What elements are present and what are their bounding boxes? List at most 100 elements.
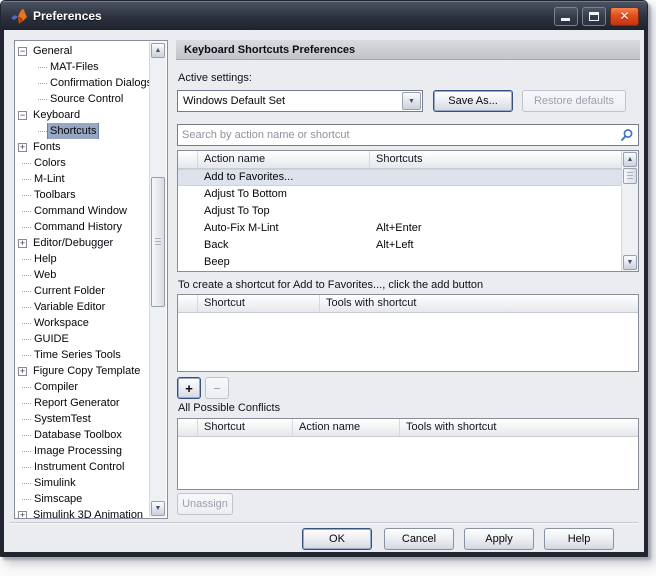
title-bar[interactable]: Preferences ✕	[1, 1, 647, 30]
tree-item-variable-editor[interactable]: Variable Editor	[15, 299, 167, 315]
header-cell-shortcut[interactable]: Shortcut	[198, 295, 320, 312]
shortcut-cell	[370, 203, 621, 220]
unassign-button[interactable]: Unassign	[177, 493, 233, 515]
scrollbar-thumb[interactable]	[623, 168, 637, 184]
tree-item-editor-debugger[interactable]: + Editor/Debugger	[15, 235, 167, 251]
tree-connector	[22, 355, 31, 356]
tree-item-command-window[interactable]: Command Window	[15, 203, 167, 219]
tree-item-colors[interactable]: Colors	[15, 155, 167, 171]
tree-connector	[38, 67, 47, 68]
tree-item-keyboard[interactable]: −Keyboard	[15, 107, 167, 123]
table-row[interactable]: Adjust To Top	[178, 203, 621, 220]
preferences-tree: −General MAT-Files Confirmation Dialogs …	[14, 40, 168, 519]
minimize-button[interactable]	[554, 7, 578, 26]
tree-item-simulink[interactable]: Simulink	[15, 475, 167, 491]
tree-item-toolbars[interactable]: Toolbars	[15, 187, 167, 203]
header-cell-blank	[178, 151, 198, 168]
ok-button[interactable]: OK	[302, 528, 372, 550]
action-name-cell: Adjust To Top	[198, 203, 370, 220]
tree-item-workspace[interactable]: Workspace	[15, 315, 167, 331]
table-row[interactable]: Adjust To Bottom	[178, 186, 621, 203]
header-cell-shortcut[interactable]: Shortcut	[198, 419, 293, 436]
search-input[interactable]	[182, 127, 610, 143]
tree-item-label: SystemTest	[32, 411, 93, 427]
expand-icon[interactable]: +	[18, 511, 27, 520]
tree-item-label: Image Processing	[32, 443, 124, 459]
add-shortcut-button[interactable]: +	[177, 377, 201, 399]
maximize-button[interactable]	[582, 7, 606, 26]
tree-item-systemtest[interactable]: SystemTest	[15, 411, 167, 427]
tree-item-fonts[interactable]: +Fonts	[15, 139, 167, 155]
expand-icon[interactable]: +	[18, 143, 27, 152]
save-as-button[interactable]: Save As...	[433, 90, 513, 112]
header-cell-tools[interactable]: Tools with shortcut	[320, 295, 638, 312]
header-cell-tools[interactable]: Tools with shortcut	[400, 419, 638, 436]
close-button[interactable]: ✕	[610, 7, 639, 26]
header-cell-action-name[interactable]: Action name	[198, 151, 370, 168]
active-settings-select[interactable]: Windows Default Set ▼	[177, 90, 423, 112]
header-cell-action-name[interactable]: Action name	[293, 419, 400, 436]
tree-item-compiler[interactable]: Compiler	[15, 379, 167, 395]
tree-connector	[38, 99, 47, 100]
collapse-icon[interactable]: −	[18, 47, 27, 56]
tree-item-guide[interactable]: GUIDE	[15, 331, 167, 347]
create-shortcut-caption: To create a shortcut for Add to Favorite…	[178, 279, 483, 291]
header-cell-blank	[178, 295, 198, 312]
tree-item-confirmation-dialogs[interactable]: Confirmation Dialogs	[15, 75, 167, 91]
tree-item-label: Editor/Debugger	[31, 235, 115, 251]
window-controls: ✕	[554, 7, 639, 26]
tree-item-help[interactable]: Help	[15, 251, 167, 267]
help-button[interactable]: Help	[544, 528, 614, 550]
tree-item-label: Confirmation Dialogs	[48, 75, 154, 91]
preferences-dialog: Preferences ✕ −General MAT-Files Confirm…	[0, 0, 648, 557]
tree-item-label: Time Series Tools	[32, 347, 123, 363]
tree-item-image-processing[interactable]: Image Processing	[15, 443, 167, 459]
tree-item-web[interactable]: Web	[15, 267, 167, 283]
cancel-button[interactable]: Cancel	[384, 528, 454, 550]
tree-item-simulink-3d-animation[interactable]: +Simulink 3D Animation	[15, 507, 167, 519]
tree-item-mat-files[interactable]: MAT-Files	[15, 59, 167, 75]
action-name-cell: Beep	[198, 254, 370, 271]
matlab-logo-icon	[10, 8, 28, 26]
scroll-down-button[interactable]: ▼	[151, 501, 165, 516]
collapse-icon[interactable]: −	[18, 111, 27, 120]
scroll-up-button[interactable]: ▲	[623, 152, 637, 167]
tree-scrollbar[interactable]: ▲ ▼	[149, 42, 166, 517]
panel-title: Keyboard Shortcuts Preferences	[176, 40, 640, 60]
tree-item-database-toolbox[interactable]: Database Toolbox	[15, 427, 167, 443]
conflicts-label: All Possible Conflicts	[178, 402, 280, 414]
tree-item-source-control[interactable]: Source Control	[15, 91, 167, 107]
tree-item-simscape[interactable]: Simscape	[15, 491, 167, 507]
tree-item-m-lint[interactable]: M-Lint	[15, 171, 167, 187]
scroll-up-button[interactable]: ▲	[151, 43, 165, 58]
tree-item-command-history[interactable]: Command History	[15, 219, 167, 235]
scrollbar-thumb[interactable]	[151, 177, 165, 307]
restore-defaults-button[interactable]: Restore defaults	[522, 90, 626, 112]
table-row[interactable]: Add to Favorites...	[178, 169, 621, 186]
tree-connector	[22, 483, 31, 484]
tree-item-time-series-tools[interactable]: Time Series Tools	[15, 347, 167, 363]
tree-item-label: General	[31, 43, 74, 59]
shortcuts-table-scrollbar[interactable]: ▲ ▼	[621, 151, 638, 271]
apply-button[interactable]: Apply	[464, 528, 534, 550]
combo-dropdown-button[interactable]: ▼	[402, 92, 421, 110]
action-name-cell: Back	[198, 237, 370, 254]
shortcuts-table-header: Action name Shortcuts	[178, 151, 621, 169]
tree-item-figure-copy-template[interactable]: +Figure Copy Template	[15, 363, 167, 379]
tree-item-shortcuts[interactable]: Shortcuts	[15, 123, 167, 139]
tree-item-report-generator[interactable]: Report Generator	[15, 395, 167, 411]
table-row[interactable]: BackAlt+Left	[178, 237, 621, 254]
tree-item-instrument-control[interactable]: Instrument Control	[15, 459, 167, 475]
table-row[interactable]: Auto-Fix M-LintAlt+Enter	[178, 220, 621, 237]
expand-icon[interactable]: +	[18, 239, 27, 248]
expand-icon[interactable]: +	[18, 367, 27, 376]
chevron-down-icon: ▼	[403, 93, 420, 110]
remove-shortcut-button[interactable]: −	[205, 377, 229, 399]
tree-item-general[interactable]: −General	[15, 43, 167, 59]
table-row[interactable]: Beep	[178, 254, 621, 271]
tree-item-label: Colors	[32, 155, 68, 171]
scroll-down-button[interactable]: ▼	[623, 255, 637, 270]
tree-item-current-folder[interactable]: Current Folder	[15, 283, 167, 299]
active-settings-value: Windows Default Set	[183, 91, 285, 111]
header-cell-shortcuts[interactable]: Shortcuts	[370, 151, 621, 168]
